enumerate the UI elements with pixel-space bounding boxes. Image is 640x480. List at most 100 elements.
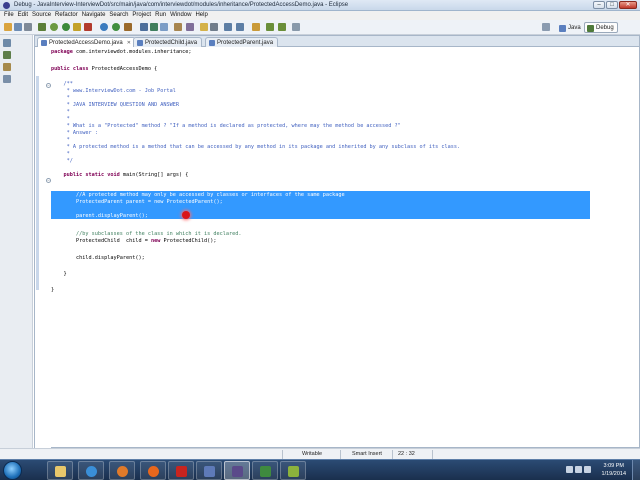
taskbar-media-player[interactable] (109, 461, 135, 480)
network-icon[interactable] (575, 466, 582, 473)
code-line: child.displayParent(); (51, 255, 145, 261)
taskbar-spreadsheet[interactable] (252, 461, 278, 480)
new-package-icon[interactable] (150, 23, 158, 31)
clock-date: 1/19/2014 (601, 471, 626, 477)
javadoc-line: * www.InterviewDot.com - Job Portal (51, 88, 176, 94)
taskbar-clock[interactable]: 3:09 PM 1/19/2014 (602, 462, 626, 478)
status-divider (392, 450, 393, 459)
tab-protected-child[interactable]: ProtectedChild.java (133, 37, 203, 47)
firefox-icon (148, 466, 159, 477)
vertical-ruler[interactable] (35, 47, 45, 448)
menu-run[interactable]: Run (155, 11, 170, 20)
taskbar-save-app[interactable] (196, 461, 222, 480)
menu-file[interactable]: File (4, 11, 18, 20)
tab-label: ProtectedAccessDemo.java (49, 40, 123, 46)
run-icon[interactable] (112, 23, 120, 31)
code-editor[interactable]: ProtectedAccessDemo.java ✕ ProtectedChild… (34, 35, 640, 448)
java-file-icon (209, 40, 215, 46)
editor-tab-strip: ProtectedAccessDemo.java ✕ ProtectedChild… (35, 36, 639, 47)
previous-annotation-icon[interactable] (236, 23, 244, 31)
tab-protected-parent[interactable]: ProtectedParent.java (205, 37, 279, 47)
selected-code-line: parent.displayParent(); (51, 213, 148, 219)
save-icon[interactable] (14, 23, 22, 31)
java-file-icon (41, 40, 47, 46)
forward-icon[interactable] (278, 23, 286, 31)
taskbar-acrobat[interactable] (168, 461, 194, 480)
menu-source[interactable]: Source (32, 11, 55, 20)
acrobat-icon (176, 466, 187, 477)
resume-icon[interactable] (62, 23, 70, 31)
close-tab-icon[interactable]: ✕ (127, 40, 131, 46)
tray-flag-icon[interactable] (566, 466, 573, 473)
status-insert-mode[interactable]: Smart Insert (352, 451, 382, 458)
back-icon[interactable] (266, 23, 274, 31)
code-line: } (51, 287, 55, 293)
menu-project[interactable]: Project (132, 11, 155, 20)
status-divider (340, 450, 341, 459)
show-desktop-button[interactable] (632, 460, 640, 480)
javadoc-line: * JAVA INTERVIEW QUESTION AND ANSWER (51, 102, 180, 108)
search-icon[interactable] (186, 23, 194, 31)
debug-icon[interactable] (38, 23, 46, 31)
start-button[interactable] (3, 461, 22, 480)
open-type-icon[interactable] (174, 23, 182, 31)
taskbar-internet-explorer[interactable] (78, 461, 104, 480)
editor-icon (288, 466, 299, 477)
tab-protected-access-demo[interactable]: ProtectedAccessDemo.java ✕ (37, 37, 136, 47)
package-explorer-icon[interactable] (3, 63, 11, 71)
minimize-button[interactable]: – (593, 1, 605, 9)
new-file-icon[interactable] (4, 23, 12, 31)
new-java-project-icon[interactable] (140, 23, 148, 31)
status-divider (432, 450, 433, 459)
taskbar-windows-explorer[interactable] (47, 461, 73, 480)
clock-time: 3:09 PM (603, 463, 624, 469)
selected-code-line: //A protected method may only be accesse… (51, 192, 345, 198)
terminate-icon[interactable] (84, 23, 92, 31)
javadoc-line: /** (51, 81, 73, 87)
external-tools-icon[interactable] (124, 23, 132, 31)
show-whitespace-icon[interactable] (210, 23, 218, 31)
taskbar-eclipse[interactable] (224, 461, 250, 480)
window-title: Debug - JavaInterview-InterviewDot/src/m… (14, 2, 349, 8)
toggle-mark-occurrences-icon[interactable] (200, 23, 208, 31)
debug-view-icon[interactable] (3, 51, 11, 59)
main-toolbar: Java Debug (0, 20, 640, 35)
debug-perspective-icon (587, 25, 594, 32)
comment-line: //by subclasses of the class in which it… (51, 231, 242, 237)
maximize-button[interactable]: □ (606, 1, 618, 9)
eclipse-icon (3, 2, 10, 9)
code-line: public class ProtectedAccessDemo { (51, 66, 158, 72)
java-perspective-label: Java (568, 25, 581, 31)
taskbar-editor[interactable] (280, 461, 306, 480)
debug-perspective-button[interactable]: Debug (584, 22, 618, 33)
servers-view-icon[interactable] (3, 75, 11, 83)
left-trim-stack (0, 35, 33, 459)
step-into-icon[interactable] (100, 23, 108, 31)
menu-window[interactable]: Window (170, 11, 195, 20)
taskbar-firefox[interactable] (140, 461, 166, 480)
suspend-icon[interactable] (73, 23, 81, 31)
next-annotation-icon[interactable] (224, 23, 232, 31)
menu-navigate[interactable]: Navigate (82, 11, 110, 20)
window-title-bar[interactable]: Debug - JavaInterview-InterviewDot/src/m… (0, 0, 640, 11)
quick-diff-bar (36, 76, 39, 290)
media-player-icon (117, 466, 128, 477)
open-perspective-icon[interactable] (542, 23, 550, 31)
new-class-icon[interactable] (160, 23, 168, 31)
javadoc-line: * (51, 109, 70, 115)
code-line: } (51, 271, 67, 277)
last-edit-location-icon[interactable] (252, 23, 260, 31)
close-window-button[interactable]: ✕ (619, 1, 637, 9)
toolbar-overflow-icon[interactable] (292, 23, 300, 31)
print-icon[interactable] (24, 23, 32, 31)
java-perspective-button[interactable]: Java (556, 22, 585, 33)
restore-view-icon[interactable] (3, 39, 11, 47)
spreadsheet-icon (260, 466, 271, 477)
volume-icon[interactable] (584, 466, 591, 473)
menu-refactor[interactable]: Refactor (55, 11, 82, 20)
menu-search[interactable]: Search (109, 11, 132, 20)
menu-edit[interactable]: Edit (18, 11, 32, 20)
skip-breakpoints-icon[interactable] (50, 23, 58, 31)
menu-help[interactable]: Help (195, 11, 211, 20)
keyword: public static void (63, 172, 120, 178)
